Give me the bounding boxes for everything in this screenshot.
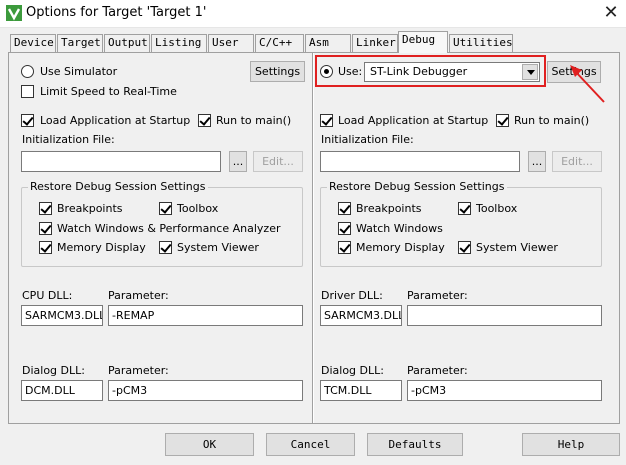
limit-speed-label: Limit Speed to Real-Time xyxy=(40,85,177,98)
right-browse-button[interactable]: ... xyxy=(528,151,546,172)
left-browse-button[interactable]: ... xyxy=(229,151,247,172)
right-run-to-main-label: Run to main() xyxy=(514,114,590,127)
left-system-viewer-checkbox[interactable] xyxy=(159,241,172,254)
tab-utilities[interactable]: Utilities xyxy=(449,34,513,52)
right-breakpoints-label: Breakpoints xyxy=(356,202,422,215)
right-edit-button[interactable]: Edit... xyxy=(552,151,602,172)
driver-dll-label: Driver DLL: xyxy=(321,289,383,302)
left-init-file-label: Initialization File: xyxy=(22,133,115,146)
right-toolbox-checkbox[interactable] xyxy=(458,202,471,215)
right-dialog-dll-input[interactable]: TCM.DLL xyxy=(320,380,402,401)
right-load-app-label: Load Application at Startup xyxy=(338,114,489,127)
left-dialog-dll-label: Dialog DLL: xyxy=(22,364,85,377)
left-dialog-param-label: Parameter: xyxy=(108,364,169,377)
right-init-file-label: Initialization File: xyxy=(321,133,414,146)
debugger-highlight-box xyxy=(315,55,546,87)
left-run-to-main-label: Run to main() xyxy=(216,114,292,127)
left-watch-windows-checkbox[interactable] xyxy=(39,222,52,235)
tab-c-cpp[interactable]: C/C++ xyxy=(255,34,304,52)
left-load-app-checkbox[interactable] xyxy=(21,114,34,127)
right-watch-windows-checkbox[interactable] xyxy=(338,222,351,235)
cpu-param-label: Parameter: xyxy=(108,289,169,302)
defaults-button[interactable]: Defaults xyxy=(367,433,463,456)
close-icon[interactable]: ✕ xyxy=(600,2,622,24)
right-dialog-dll-label: Dialog DLL: xyxy=(321,364,384,377)
cpu-dll-input[interactable]: SARMCM3.DLL xyxy=(21,305,103,326)
simulator-settings-button[interactable]: Settings xyxy=(250,61,305,82)
left-breakpoints-label: Breakpoints xyxy=(57,202,123,215)
cancel-button[interactable]: Cancel xyxy=(266,433,355,456)
driver-param-label: Parameter: xyxy=(407,289,468,302)
ok-button[interactable]: OK xyxy=(165,433,254,456)
driver-dll-input[interactable]: SARMCM3.DLL xyxy=(320,305,402,326)
tab-listing[interactable]: Listing xyxy=(151,34,207,52)
left-init-file-input[interactable] xyxy=(21,151,221,172)
left-memory-display-label: Memory Display xyxy=(57,241,146,254)
left-edit-button[interactable]: Edit... xyxy=(253,151,303,172)
left-toolbox-label: Toolbox xyxy=(177,202,219,215)
use-simulator-radio[interactable] xyxy=(21,65,34,78)
right-restore-group-label: Restore Debug Session Settings xyxy=(327,180,507,193)
right-run-to-main-checkbox[interactable] xyxy=(496,114,509,127)
driver-param-input[interactable] xyxy=(407,305,602,326)
right-memory-display-label: Memory Display xyxy=(356,241,445,254)
title-bar: Options for Target 'Target 1' ✕ xyxy=(0,0,626,28)
right-breakpoints-checkbox[interactable] xyxy=(338,202,351,215)
right-system-viewer-label: System Viewer xyxy=(476,241,558,254)
cpu-dll-label: CPU DLL: xyxy=(22,289,73,302)
cpu-param-input[interactable]: -REMAP xyxy=(108,305,303,326)
left-dialog-param-input[interactable]: -pCM3 xyxy=(108,380,303,401)
right-dialog-param-label: Parameter: xyxy=(407,364,468,377)
left-memory-display-checkbox[interactable] xyxy=(39,241,52,254)
left-breakpoints-checkbox[interactable] xyxy=(39,202,52,215)
right-watch-windows-label: Watch Windows xyxy=(356,222,443,235)
tab-target[interactable]: Target xyxy=(57,34,103,52)
left-load-app-label: Load Application at Startup xyxy=(40,114,191,127)
window-title: Options for Target 'Target 1' xyxy=(26,5,207,20)
tab-user[interactable]: User xyxy=(208,34,254,52)
left-run-to-main-checkbox[interactable] xyxy=(198,114,211,127)
left-watch-windows-label: Watch Windows & Performance Analyzer xyxy=(57,222,281,235)
left-dialog-dll-input[interactable]: DCM.DLL xyxy=(21,380,103,401)
right-dialog-param-input[interactable]: -pCM3 xyxy=(407,380,602,401)
left-system-viewer-label: System Viewer xyxy=(177,241,259,254)
tab-asm[interactable]: Asm xyxy=(305,34,351,52)
column-divider xyxy=(312,53,314,423)
limit-speed-checkbox[interactable] xyxy=(21,85,34,98)
annotation-arrow-icon xyxy=(570,65,605,103)
left-toolbox-checkbox[interactable] xyxy=(159,202,172,215)
use-simulator-label: Use Simulator xyxy=(40,65,118,78)
tab-output[interactable]: Output xyxy=(104,34,150,52)
tab-linker[interactable]: Linker xyxy=(352,34,398,52)
right-memory-display-checkbox[interactable] xyxy=(338,241,351,254)
help-button[interactable]: Help xyxy=(522,433,620,456)
right-load-app-checkbox[interactable] xyxy=(320,114,333,127)
right-system-viewer-checkbox[interactable] xyxy=(458,241,471,254)
tab-debug[interactable]: Debug xyxy=(398,31,448,53)
right-toolbox-label: Toolbox xyxy=(476,202,518,215)
right-init-file-input[interactable] xyxy=(320,151,520,172)
uvision-icon xyxy=(6,5,22,21)
tab-device[interactable]: Device xyxy=(10,34,56,52)
left-restore-group-label: Restore Debug Session Settings xyxy=(28,180,208,193)
